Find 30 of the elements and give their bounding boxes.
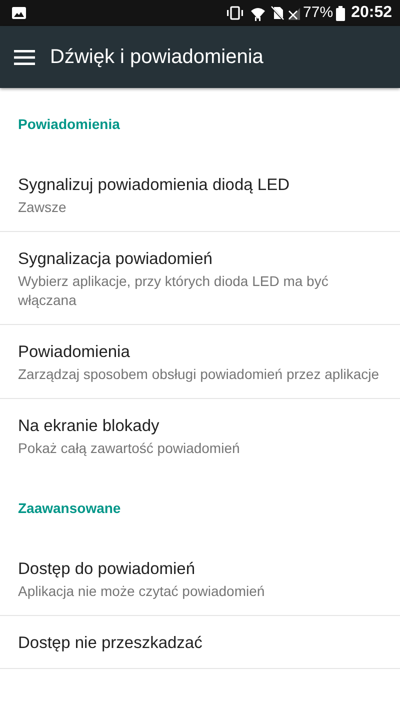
vibrate-icon — [226, 6, 244, 20]
item-summary: Zawsze — [18, 198, 68, 217]
item-summary: Aplikacja nie może czytać powiadomień — [18, 582, 266, 601]
section-header: Zaawansowane — [17, 499, 122, 518]
settings-item[interactable]: Na ekranie blokady Pokaż całą zawartość powiadomień — [0, 399, 400, 472]
item-title: Sygnalizuj powiadomienia diodą LED — [18, 175, 291, 196]
settings-item[interactable]: Dostęp do powiadomień Aplikacja nie może czytać powiadomień — [0, 542, 400, 616]
menu-button[interactable] — [14, 50, 35, 64]
image-icon — [12, 7, 26, 19]
menu-icon — [14, 50, 35, 64]
item-title: Na ekranie blokady — [18, 416, 160, 437]
item-title: Sygnalizacja powiadomień — [18, 249, 214, 270]
screen-title: Dźwięk i powiadomienia — [50, 45, 264, 70]
wifi-icon — [250, 6, 266, 20]
no-sim-icon — [271, 6, 284, 20]
settings-item[interactable]: Sygnalizacja powiadomień Wybierz aplikacje, przy których dioda LED ma być włączana — [0, 232, 400, 325]
item-title: Dostęp nie przeszkadzać — [18, 633, 204, 654]
settings-item[interactable]: Sygnalizuj powiadomienia diodą LED Zawsze — [0, 158, 400, 232]
battery-percent: 77% — [303, 2, 334, 23]
item-title: Powiadomienia — [18, 342, 131, 363]
item-summary: Pokaż całą zawartość powiadomień — [18, 439, 241, 458]
section-header: Powiadomienia — [17, 115, 121, 134]
settings-item[interactable]: Dostęp nie przeszkadzać — [0, 616, 400, 669]
clock: 20:52 — [351, 3, 392, 23]
item-summary: Zarządzaj sposobem obsługi powiadomień przez aplikacje — [18, 365, 380, 384]
settings-item[interactable]: Powiadomienia Zarządzaj sposobem obsługi powiadomień przez aplikacje — [0, 325, 400, 399]
battery-icon — [336, 6, 346, 20]
item-title: Dostęp do powiadomień — [18, 559, 196, 580]
item-summary: Wybierz aplikacje, przy których dioda LED ma być włączana — [18, 272, 330, 310]
signal-icon — [288, 6, 300, 20]
